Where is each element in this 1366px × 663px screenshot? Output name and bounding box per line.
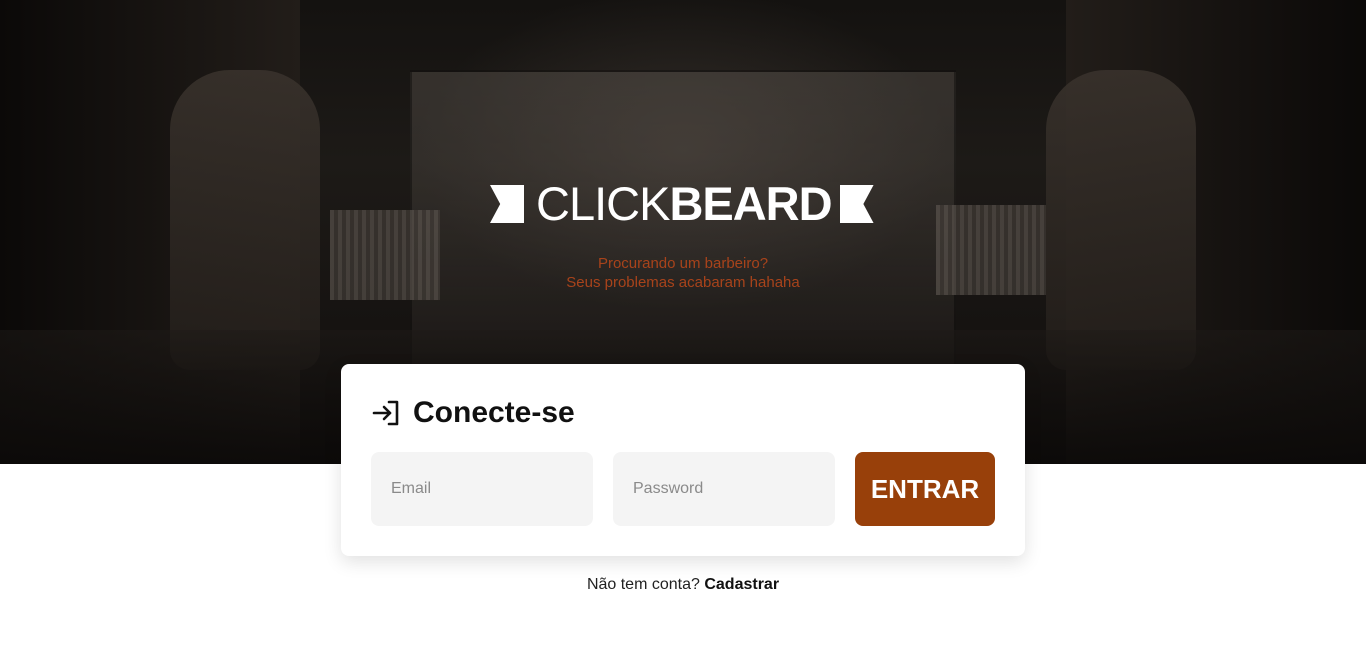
logo-flag-left-icon [490,185,524,223]
logo-text: CLICKBEARD [536,180,833,227]
email-input[interactable] [371,452,593,526]
login-submit-button[interactable]: ENTRAR [855,452,995,526]
towel-left [330,210,440,300]
logo-flag-right-icon [839,185,874,223]
tagline-line-2: Seus problemas acabaram hahaha [566,274,800,291]
signup-link[interactable]: Cadastrar [704,576,779,593]
signup-prompt: Não tem conta? Cadastrar [483,576,883,594]
login-heading: Conecte-se [371,396,575,430]
login-title: Conecte-se [413,396,575,429]
login-arrow-icon [372,400,399,426]
tagline-line-1: Procurando um barbeiro? [597,255,769,272]
brand-logo: CLICKBEARD [490,180,878,227]
logo-text-bold: BEARD [669,177,832,230]
barber-chair-left [170,70,320,370]
signup-prompt-text: Não tem conta? [586,576,700,593]
tagline: Procurando um barbeiro? Seus problemas a… [483,254,883,292]
password-input[interactable] [613,452,835,526]
logo-text-light: CLICK [536,177,670,230]
towel-right [936,205,1046,295]
login-card: Conecte-se ENTRAR [341,364,1025,556]
barber-chair-right [1046,70,1196,370]
